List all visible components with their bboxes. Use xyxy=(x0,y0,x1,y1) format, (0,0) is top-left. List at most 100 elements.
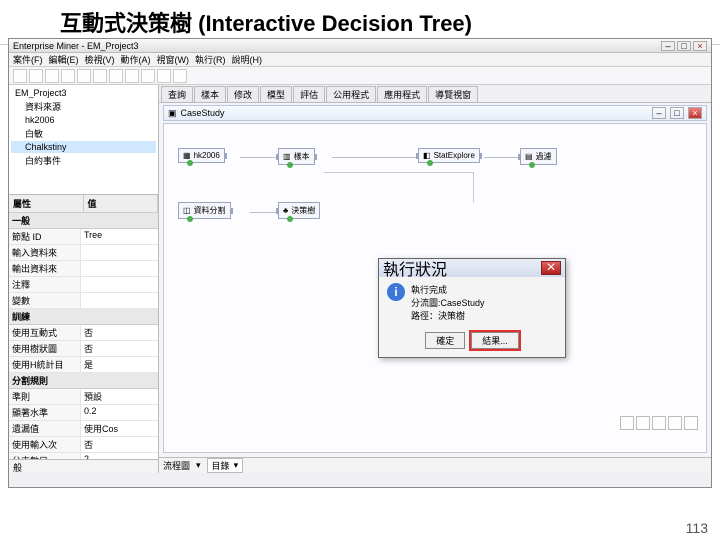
zoom-extent-icon[interactable] xyxy=(684,416,698,430)
dialog-line1: 執行完成 xyxy=(411,283,485,296)
results-button[interactable]: 結果... xyxy=(471,332,519,349)
node-label: hk2006 xyxy=(194,151,220,160)
node-partition[interactable]: ◫ 資料分割 xyxy=(178,202,231,219)
sub-max-button[interactable]: □ xyxy=(670,107,684,119)
node-label: 決策樹 xyxy=(291,205,315,216)
prop-row[interactable]: 使用輸入次否 xyxy=(9,437,158,453)
prop-value[interactable]: 否 xyxy=(81,341,158,356)
dialog-line2: 分流圖:CaseStudy xyxy=(411,296,485,309)
prop-key: 使用輸入次 xyxy=(9,437,81,452)
menu-window[interactable]: 視窗(W) xyxy=(157,53,190,66)
prop-row[interactable]: 注釋 xyxy=(9,277,158,293)
footer-dropdown[interactable]: 目錄 ▾ xyxy=(207,458,244,473)
zoom-100-icon[interactable] xyxy=(636,416,650,430)
prop-row[interactable]: 輸入資料來 xyxy=(9,245,158,261)
tab-model[interactable]: 模型 xyxy=(260,86,292,102)
project-tree[interactable]: EM_Project3 資料來源 hk2006 白敏 Chalkstiny 白約… xyxy=(9,85,158,195)
menu-run[interactable]: 執行(R) xyxy=(195,53,226,66)
node-label: 資料分割 xyxy=(194,205,226,216)
tab-query[interactable]: 查詢 xyxy=(161,86,193,102)
prop-key: 節點 ID xyxy=(9,229,81,244)
tab-app[interactable]: 應用程式 xyxy=(377,86,427,102)
prop-value[interactable] xyxy=(81,277,158,292)
prop-value[interactable] xyxy=(81,261,158,276)
tool-new-icon[interactable] xyxy=(13,69,27,83)
prop-row[interactable]: 使用互動式否 xyxy=(9,325,158,341)
property-grid[interactable]: 一般節點 IDTree輸入資料來輸出資料來注釋變數訓練使用互動式否使用樹狀圖否使… xyxy=(9,213,158,459)
prop-row[interactable]: 變數 xyxy=(9,293,158,309)
node-sample[interactable]: ▥ 樣本 xyxy=(278,148,315,165)
tool-redo-icon[interactable] xyxy=(125,69,139,83)
connector xyxy=(484,157,520,158)
menu-edit[interactable]: 編輯(E) xyxy=(49,53,79,66)
zoom-fit-icon[interactable] xyxy=(668,416,682,430)
tree-item[interactable]: hk2006 xyxy=(11,114,156,126)
prop-row[interactable]: 節點 IDTree xyxy=(9,229,158,245)
prop-row[interactable]: 輸出資料來 xyxy=(9,261,158,277)
tool-paste-icon[interactable] xyxy=(93,69,107,83)
node-datasource[interactable]: ▦ hk2006 xyxy=(178,148,225,163)
prop-value[interactable] xyxy=(81,245,158,260)
prop-value[interactable]: 是 xyxy=(81,357,158,372)
status-dot-green xyxy=(287,216,293,222)
sub-min-button[interactable]: – xyxy=(652,107,666,119)
prop-row[interactable]: 使用樹狀圖否 xyxy=(9,341,158,357)
minimize-button[interactable]: – xyxy=(661,41,675,51)
footer-label: 流程圖 xyxy=(163,459,190,472)
tool-stop-icon[interactable] xyxy=(157,69,171,83)
tree-item[interactable]: 白敏 xyxy=(11,126,156,141)
maximize-button[interactable]: □ xyxy=(677,41,691,51)
tab-nav[interactable]: 導覽視窗 xyxy=(428,86,478,102)
prop-row[interactable]: 顯著水準0.2 xyxy=(9,405,158,421)
menu-action[interactable]: 動作(A) xyxy=(121,53,151,66)
zoom-minus-icon[interactable] xyxy=(620,416,634,430)
prop-col-val: 值 xyxy=(84,195,159,212)
prop-value[interactable]: 0.2 xyxy=(81,405,158,420)
prop-value[interactable]: Tree xyxy=(81,229,158,244)
connector xyxy=(332,157,418,158)
connector xyxy=(240,157,278,158)
tab-modify[interactable]: 修改 xyxy=(227,86,259,102)
menu-file[interactable]: 案件(F) xyxy=(13,53,43,66)
tabstrip: 查詢 樣本 修改 模型 評估 公用程式 應用程式 導覽視窗 xyxy=(159,85,711,103)
prop-row[interactable]: 遺漏值使用Cos xyxy=(9,421,158,437)
node-statexplore[interactable]: ◧ StatExplore xyxy=(418,148,480,163)
node-decisiontree[interactable]: ♣ 決策樹 xyxy=(278,202,320,219)
tab-assess[interactable]: 評估 xyxy=(293,86,325,102)
dialog-close-button[interactable]: × xyxy=(541,261,561,275)
menu-help[interactable]: 說明(H) xyxy=(232,53,263,66)
tree-root[interactable]: EM_Project3 xyxy=(11,87,156,99)
tool-copy-icon[interactable] xyxy=(77,69,91,83)
zoom-plus-icon[interactable] xyxy=(652,416,666,430)
node-filter[interactable]: ▤ 過濾 xyxy=(520,148,557,165)
menu-view[interactable]: 檢視(V) xyxy=(85,53,115,66)
close-button[interactable]: × xyxy=(693,41,707,51)
datasource-icon: ▦ xyxy=(183,151,191,160)
status-dot-green xyxy=(187,160,193,166)
prop-row[interactable]: 使用H統計目是 xyxy=(9,357,158,373)
sub-close-button[interactable]: × xyxy=(688,107,702,119)
tree-item-selected[interactable]: Chalkstiny xyxy=(11,141,156,153)
prop-value[interactable] xyxy=(81,293,158,308)
toolbar xyxy=(9,67,711,85)
chevron-down-icon: ▾ xyxy=(234,460,239,471)
tool-help-icon[interactable] xyxy=(173,69,187,83)
prop-value[interactable]: 預設 xyxy=(81,389,158,404)
tool-save-icon[interactable] xyxy=(45,69,59,83)
tool-run-icon[interactable] xyxy=(141,69,155,83)
node-label: 樣本 xyxy=(294,151,310,162)
tree-item[interactable]: 白約事件 xyxy=(11,153,156,168)
ok-button[interactable]: 確定 xyxy=(425,332,465,349)
tool-cut-icon[interactable] xyxy=(61,69,75,83)
prop-value[interactable]: 否 xyxy=(81,325,158,340)
prop-value[interactable]: 使用Cos xyxy=(81,421,158,436)
prop-row[interactable]: 準則預設 xyxy=(9,389,158,405)
dialog-line3: 路徑：決策樹 xyxy=(411,309,485,322)
tab-util[interactable]: 公用程式 xyxy=(326,86,376,102)
tab-sample[interactable]: 樣本 xyxy=(194,86,226,102)
tool-undo-icon[interactable] xyxy=(109,69,123,83)
tool-open-icon[interactable] xyxy=(29,69,43,83)
node-label: StatExplore xyxy=(434,151,475,160)
tree-item[interactable]: 資料來源 xyxy=(11,99,156,114)
prop-value[interactable]: 否 xyxy=(81,437,158,452)
